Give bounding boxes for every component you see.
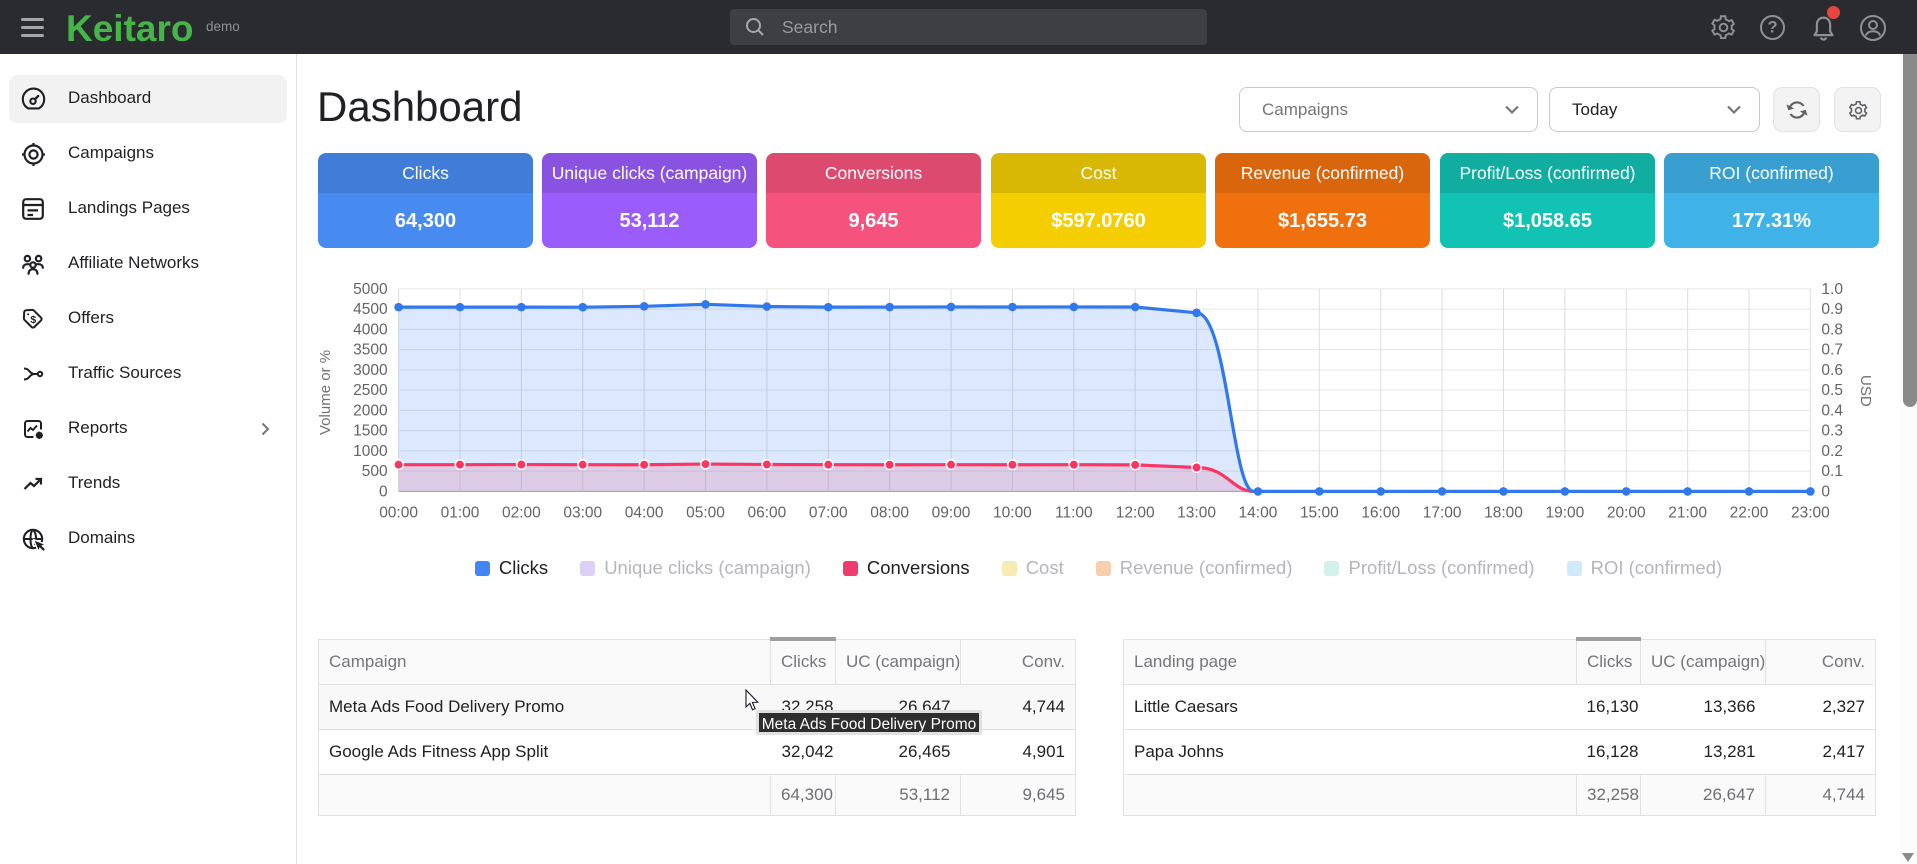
svg-text:0.2: 0.2 (1821, 443, 1843, 460)
svg-text:16:00: 16:00 (1361, 504, 1400, 521)
svg-text:2500: 2500 (353, 382, 388, 399)
svg-text:1000: 1000 (353, 443, 388, 460)
svg-text:Volume or %: Volume or % (317, 350, 334, 435)
svg-text:17:00: 17:00 (1423, 504, 1462, 521)
svg-text:1.0: 1.0 (1821, 281, 1843, 298)
svg-text:18:00: 18:00 (1484, 504, 1523, 521)
svg-text:15:00: 15:00 (1300, 504, 1339, 521)
svg-text:08:00: 08:00 (870, 504, 909, 521)
svg-text:0.4: 0.4 (1821, 402, 1843, 419)
svg-text:2000: 2000 (353, 402, 388, 419)
svg-text:$: $ (30, 314, 36, 326)
svg-text:1500: 1500 (353, 423, 388, 440)
svg-text:22:00: 22:00 (1730, 504, 1769, 521)
svg-text:0: 0 (1821, 483, 1830, 500)
svg-text:0.5: 0.5 (1821, 382, 1843, 399)
svg-text:10:00: 10:00 (993, 504, 1032, 521)
svg-text:20:00: 20:00 (1607, 504, 1646, 521)
svg-text:21:00: 21:00 (1668, 504, 1707, 521)
svg-text:?: ? (1767, 19, 1777, 37)
svg-text:3500: 3500 (353, 342, 388, 359)
svg-text:0.7: 0.7 (1821, 342, 1843, 359)
svg-text:02:00: 02:00 (502, 504, 541, 521)
svg-text:03:00: 03:00 (563, 504, 602, 521)
svg-text:06:00: 06:00 (747, 504, 786, 521)
svg-text:12:00: 12:00 (1116, 504, 1155, 521)
svg-text:4500: 4500 (353, 301, 388, 318)
svg-text:14:00: 14:00 (1239, 504, 1278, 521)
svg-text:USD: USD (1857, 375, 1874, 407)
svg-text:09:00: 09:00 (932, 504, 971, 521)
svg-text:0.9: 0.9 (1821, 301, 1843, 318)
svg-text:0: 0 (379, 483, 388, 500)
svg-text:23:00: 23:00 (1791, 504, 1830, 521)
svg-text:3000: 3000 (353, 362, 388, 379)
svg-text:0.6: 0.6 (1821, 362, 1843, 379)
svg-text:0.8: 0.8 (1821, 321, 1843, 338)
svg-text:11:00: 11:00 (1055, 504, 1093, 521)
svg-text:04:00: 04:00 (625, 504, 664, 521)
svg-text:500: 500 (362, 463, 388, 480)
svg-text:13:00: 13:00 (1177, 504, 1216, 521)
svg-text:07:00: 07:00 (809, 504, 848, 521)
svg-text:01:00: 01:00 (441, 504, 480, 521)
svg-text:05:00: 05:00 (686, 504, 725, 521)
svg-text:5000: 5000 (353, 281, 388, 298)
svg-text:00:00: 00:00 (379, 504, 418, 521)
svg-text:4000: 4000 (353, 321, 388, 338)
svg-text:19:00: 19:00 (1545, 504, 1584, 521)
svg-text:0.3: 0.3 (1821, 423, 1843, 440)
svg-text:0.1: 0.1 (1821, 463, 1843, 480)
